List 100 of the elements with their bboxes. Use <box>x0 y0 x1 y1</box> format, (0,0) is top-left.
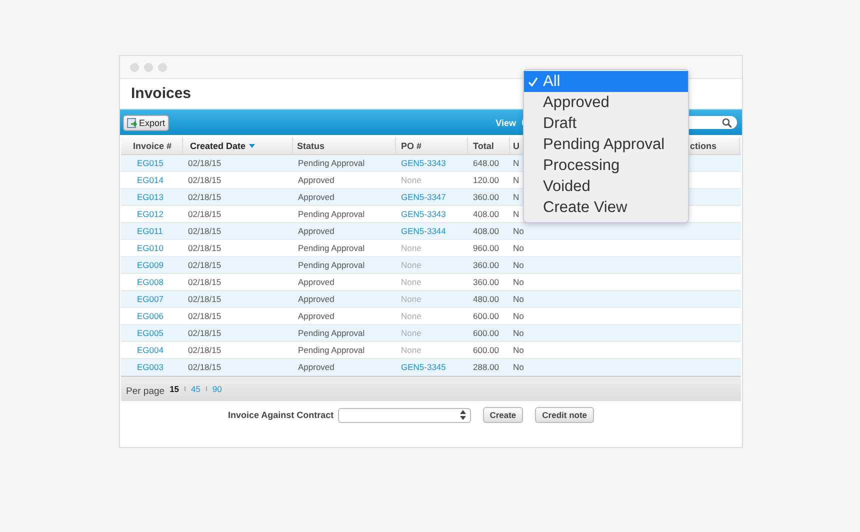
invoice-link[interactable]: EG008 <box>126 277 164 287</box>
table-cell: Pending Approval <box>298 243 365 253</box>
table-cell: 288.00 <box>473 362 499 372</box>
invoice-link[interactable]: EG003 <box>126 362 164 372</box>
invoice-link[interactable]: EG012 <box>126 209 164 219</box>
menu-item[interactable]: Approved <box>524 92 688 113</box>
invoice-link[interactable]: EG014 <box>126 175 164 185</box>
table-cell: 360.00 <box>473 277 499 287</box>
table-cell: Approved <box>298 362 334 372</box>
table-cell: N <box>513 192 520 202</box>
table-cell: Pending Approval <box>298 158 365 168</box>
table-cell: N <box>513 175 520 185</box>
po-link[interactable]: GEN5-3347 <box>401 192 446 202</box>
table-cell: 02/18/15 <box>188 243 222 253</box>
invoice-link[interactable]: EG010 <box>126 243 164 253</box>
page-size-option[interactable]: 90 <box>212 384 222 394</box>
table-cell: N <box>513 158 520 168</box>
column-header[interactable]: Created Date <box>183 137 293 154</box>
table-cell: 02/18/15 <box>188 158 222 168</box>
search-icon <box>722 118 732 128</box>
invoice-link[interactable]: EG009 <box>126 260 164 270</box>
menu-item[interactable]: Draft <box>524 113 688 134</box>
table-cell: Approved <box>298 175 334 185</box>
table-cell: None <box>401 294 422 304</box>
form-button[interactable]: Create <box>482 407 524 423</box>
table-cell: Pending Approval <box>298 260 365 270</box>
table-cell: Pending Approval <box>298 328 365 338</box>
table-cell: No <box>513 226 524 236</box>
table-cell: Approved <box>298 294 334 304</box>
menu-item[interactable]: Create View <box>524 197 688 218</box>
column-header[interactable]: PO # <box>396 137 468 154</box>
table-cell: None <box>401 328 422 338</box>
table-cell: No <box>513 294 524 304</box>
table-cell: 02/18/15 <box>188 209 222 219</box>
table-cell: None <box>401 260 422 270</box>
invoice-link[interactable]: EG013 <box>126 192 164 202</box>
po-link[interactable]: GEN5-3343 <box>401 158 446 168</box>
menu-item[interactable]: Voided <box>524 176 688 197</box>
table-cell: No <box>513 328 524 338</box>
table-cell: 600.00 <box>473 328 499 338</box>
table-cell: Approved <box>298 277 334 287</box>
contract-select[interactable] <box>338 408 471 422</box>
po-link[interactable]: GEN5-3344 <box>401 226 446 236</box>
sort-caret-icon[interactable] <box>248 144 255 148</box>
po-link[interactable]: GEN5-3345 <box>401 362 446 372</box>
page-size-option[interactable]: 15 <box>170 384 180 394</box>
table-cell: 02/18/15 <box>188 226 222 236</box>
table-cell: 960.00 <box>473 243 499 253</box>
table-cell: 02/18/15 <box>188 192 222 202</box>
table-cell: Approved <box>298 192 334 202</box>
table-cell: No <box>513 243 524 253</box>
table-cell: 408.00 <box>473 209 499 219</box>
po-link[interactable]: GEN5-3343 <box>401 209 446 219</box>
invoice-link[interactable]: EG015 <box>126 158 164 168</box>
menu-item[interactable]: Processing <box>524 155 688 176</box>
table-cell: 02/18/15 <box>188 277 222 287</box>
table-cell: None <box>401 277 422 287</box>
form-button[interactable]: Credit note <box>535 407 594 423</box>
column-header[interactable]: Total <box>468 137 510 154</box>
table-cell: 02/18/15 <box>188 294 222 304</box>
table-cell: 408.00 <box>473 226 499 236</box>
spreadsheet-icon <box>127 118 137 128</box>
menu-item[interactable]: All <box>524 71 688 92</box>
table-cell: 02/18/15 <box>188 260 222 270</box>
updown-arrows-icon <box>460 410 466 420</box>
table-cell: 648.00 <box>473 158 499 168</box>
table-cell: 600.00 <box>473 311 499 321</box>
table-cell: 600.00 <box>473 345 499 355</box>
column-header[interactable]: Invoice # <box>121 137 183 154</box>
column-header[interactable]: Status <box>293 137 396 154</box>
per-page-label: Per page <box>126 386 165 397</box>
table-cell: None <box>401 175 422 185</box>
table-cell: No <box>513 277 524 287</box>
page-title: Invoices <box>130 84 192 104</box>
export-button[interactable]: Export <box>123 114 170 130</box>
table-cell: None <box>401 311 422 321</box>
table-cell: None <box>401 345 422 355</box>
table-cell: No <box>513 345 524 355</box>
table-cell: Approved <box>298 311 334 321</box>
invoice-link[interactable]: EG011 <box>126 226 163 236</box>
page-size-option[interactable]: 45 <box>190 384 200 394</box>
invoice-link[interactable]: EG004 <box>126 345 164 355</box>
table-cell: No <box>513 311 524 321</box>
table-cell: Pending Approval <box>298 209 365 219</box>
table-cell: None <box>401 243 422 253</box>
table-cell: N <box>513 209 520 219</box>
table-cell: 02/18/15 <box>188 175 222 185</box>
table-cell: 360.00 <box>473 260 499 270</box>
table-cell: Approved <box>298 226 334 236</box>
table-cell: No <box>513 362 524 372</box>
check-icon <box>528 77 538 87</box>
invoice-link[interactable]: EG006 <box>126 311 164 321</box>
table-cell: 120.00 <box>473 175 499 185</box>
invoice-link[interactable]: EG007 <box>126 294 164 304</box>
invoice-link[interactable]: EG005 <box>126 328 164 338</box>
table-cell: No <box>513 260 524 270</box>
view-label: View <box>496 118 516 128</box>
table-cell: 480.00 <box>473 294 499 304</box>
table-cell: 02/18/15 <box>188 328 222 338</box>
table-cell: 02/18/15 <box>188 345 222 355</box>
